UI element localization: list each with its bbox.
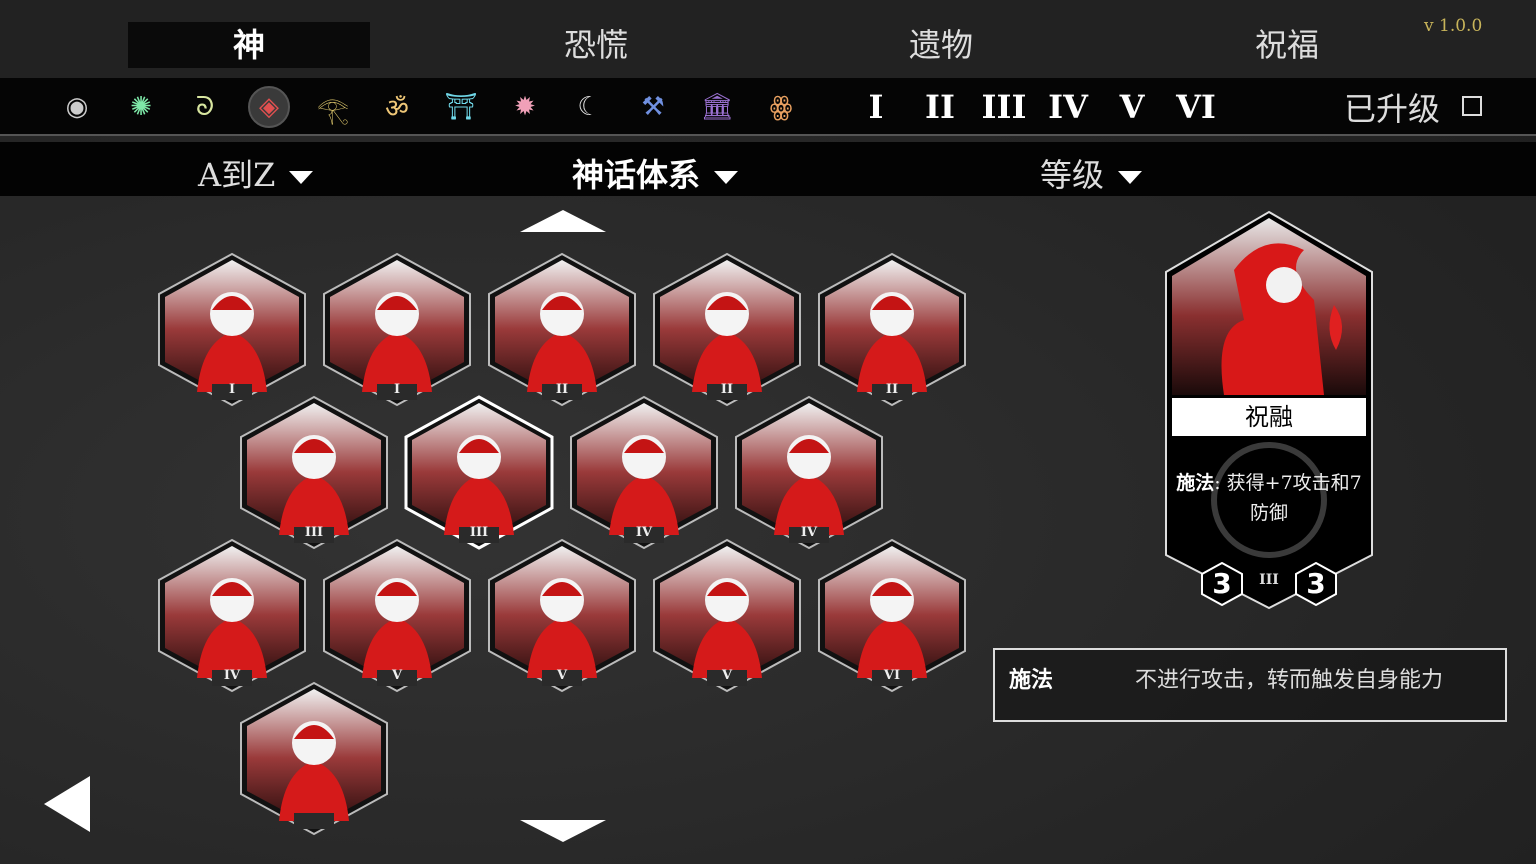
sort-level-dropdown[interactable]: 等级 xyxy=(1040,150,1143,194)
tier-filter-6[interactable]: VI xyxy=(1171,86,1221,128)
god-tile[interactable]: III xyxy=(239,395,389,550)
scroll-up-arrow-icon[interactable] xyxy=(520,210,606,232)
god-tile[interactable]: I xyxy=(157,252,307,407)
keyword-title: 施法 xyxy=(1009,667,1054,693)
back-arrow-icon[interactable] xyxy=(44,776,90,832)
attack-value: 3 xyxy=(1212,567,1232,600)
temple-icon[interactable]: 🏛 xyxy=(696,86,738,128)
top-tab-bar: 神 恐慌 遗物 祝福 v 1.0.0 xyxy=(0,0,1536,78)
defense-value: 3 xyxy=(1306,567,1326,600)
tab-blessings[interactable]: 祝福 xyxy=(1166,22,1408,68)
tier-filter-4[interactable]: IV xyxy=(1043,86,1093,128)
sort-bar: A到Z 神话体系 等级 xyxy=(0,142,1536,196)
tab-gods[interactable]: 神 xyxy=(128,22,370,68)
god-tile[interactable]: II xyxy=(487,252,637,407)
sort-alpha-label: A到Z xyxy=(198,156,276,194)
chevron-down-icon xyxy=(289,171,314,184)
god-tier-label: VI xyxy=(883,668,901,683)
moon-icon[interactable]: ☾ xyxy=(568,86,610,128)
triskele-icon[interactable]: ᘐ xyxy=(184,86,226,128)
tier-filter-3[interactable]: III xyxy=(979,86,1029,128)
god-tile[interactable]: II xyxy=(652,252,802,407)
tier-filter-2[interactable]: II xyxy=(915,86,965,128)
chinese-icon[interactable]: ◈ xyxy=(248,86,290,128)
god-tile[interactable]: II xyxy=(817,252,967,407)
god-tile[interactable]: III xyxy=(404,395,554,550)
sort-mythology-dropdown[interactable]: 神话体系 xyxy=(572,150,739,194)
ability-text: : 获得+7攻击和7防御 xyxy=(1214,472,1362,524)
tab-panic[interactable]: 恐慌 xyxy=(475,22,717,68)
tier-filter-5[interactable]: V xyxy=(1107,86,1157,128)
keyword-tooltip: 施法 不进行攻击，转而触发自身能力 xyxy=(993,648,1507,722)
god-tier-label: V xyxy=(721,668,733,683)
sort-alpha-dropdown[interactable]: A到Z xyxy=(198,150,314,194)
god-tile[interactable]: V xyxy=(322,538,472,693)
aztec-sun-icon[interactable]: ✺ xyxy=(120,86,162,128)
world-icon[interactable]: ◉ xyxy=(56,86,98,128)
defense-stat: 3 xyxy=(1294,562,1338,606)
chevron-down-icon xyxy=(1118,171,1143,184)
filter-bar: ◉ ✺ ᘐ ◈ 𓂀 ॐ ⛩ ✹ ☾ ⚒ 🏛 ꙮ I II III IV V VI… xyxy=(0,78,1536,136)
god-detail-description: 施法: 获得+7攻击和7防御 xyxy=(1176,468,1362,528)
torii-icon[interactable]: ⛩ xyxy=(440,86,482,128)
god-tile[interactable]: I xyxy=(322,252,472,407)
om-icon[interactable]: ॐ xyxy=(376,86,418,128)
scroll-down-arrow-icon[interactable] xyxy=(520,820,606,842)
sort-level-label: 等级 xyxy=(1040,156,1105,194)
upgraded-label: 已升级 xyxy=(1344,90,1441,128)
attack-stat: 3 xyxy=(1200,562,1244,606)
god-tile[interactable]: IV xyxy=(734,395,884,550)
tier-filter-1[interactable]: I xyxy=(851,86,901,128)
god-tile[interactable]: VI xyxy=(817,538,967,693)
god-tile[interactable]: IV xyxy=(569,395,719,550)
detail-tier-badge: III xyxy=(1259,572,1279,588)
glyph-icon[interactable]: ꙮ xyxy=(760,86,802,128)
eye-of-ra-icon[interactable]: 𓂀 xyxy=(312,86,354,128)
tab-relics[interactable]: 遗物 xyxy=(820,22,1062,68)
god-tile[interactable]: IV xyxy=(157,538,307,693)
ability-keyword: 施法 xyxy=(1176,472,1215,494)
hammer-icon[interactable]: ⚒ xyxy=(632,86,674,128)
sort-mythology-label: 神话体系 xyxy=(572,156,701,194)
god-tile[interactable]: V xyxy=(652,538,802,693)
sun-wheel-icon[interactable]: ✹ xyxy=(504,86,546,128)
version-label: v 1.0.0 xyxy=(1424,16,1483,36)
chevron-down-icon xyxy=(714,171,739,184)
keyword-text: 不进行攻击，转而触发自身能力 xyxy=(1135,668,1444,693)
god-tile[interactable] xyxy=(239,681,389,836)
upgraded-checkbox[interactable] xyxy=(1462,96,1482,116)
god-tile[interactable]: V xyxy=(487,538,637,693)
god-detail-name: 祝融 xyxy=(1172,398,1366,436)
god-tier-label: V xyxy=(556,668,568,683)
